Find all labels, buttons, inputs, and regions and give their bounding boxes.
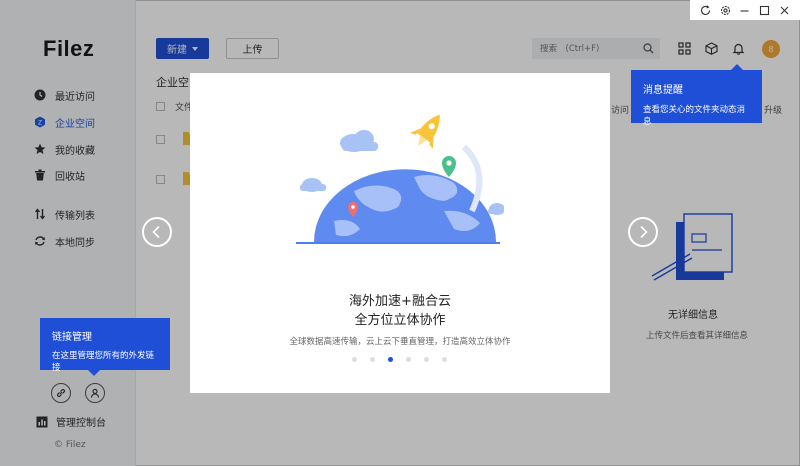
tooltip-description: 在这里管理您所有的外发链接 xyxy=(52,351,155,373)
carousel-prev-button[interactable] xyxy=(142,217,172,247)
close-icon[interactable] xyxy=(777,3,791,17)
tooltip-description: 查看您关心的文件夹动态消息 xyxy=(643,105,746,127)
tooltip-title: 链接管理 xyxy=(52,332,92,343)
carousel-dot[interactable] xyxy=(388,357,393,362)
carousel-dot[interactable] xyxy=(406,357,411,362)
carousel-dot[interactable] xyxy=(442,357,447,362)
carousel-dot[interactable] xyxy=(370,357,375,362)
minimize-icon[interactable] xyxy=(738,3,752,17)
modal-title-line2: 全方位立体协作 xyxy=(354,313,446,328)
refresh-icon[interactable] xyxy=(699,3,713,17)
carousel-next-button[interactable] xyxy=(628,217,658,247)
chevron-right-icon xyxy=(640,225,648,239)
chevron-left-icon xyxy=(152,225,160,239)
globe-rocket-illustration xyxy=(296,114,504,244)
window-controls xyxy=(690,0,800,20)
tooltip-title: 消息提醒 xyxy=(643,85,683,96)
link-management-tooltip: 链接管理 在这里管理您所有的外发链接 xyxy=(40,318,170,376)
notification-tooltip: 消息提醒 查看您关心的文件夹动态消息 xyxy=(631,64,762,127)
carousel-dot[interactable] xyxy=(424,357,429,362)
carousel-dot[interactable] xyxy=(352,357,357,362)
maximize-icon[interactable] xyxy=(758,3,772,17)
modal-description: 全球数据高速传输，云上云下垂直管理，打造高效立体协作 xyxy=(289,337,511,347)
settings-icon[interactable] xyxy=(718,3,732,17)
feature-intro-modal: 海外加速+融合云 全方位立体协作 全球数据高速传输，云上云下垂直管理，打造高效立… xyxy=(190,73,610,393)
carousel-pagination xyxy=(352,357,460,362)
modal-title-line1: 海外加速+融合云 xyxy=(349,294,451,309)
